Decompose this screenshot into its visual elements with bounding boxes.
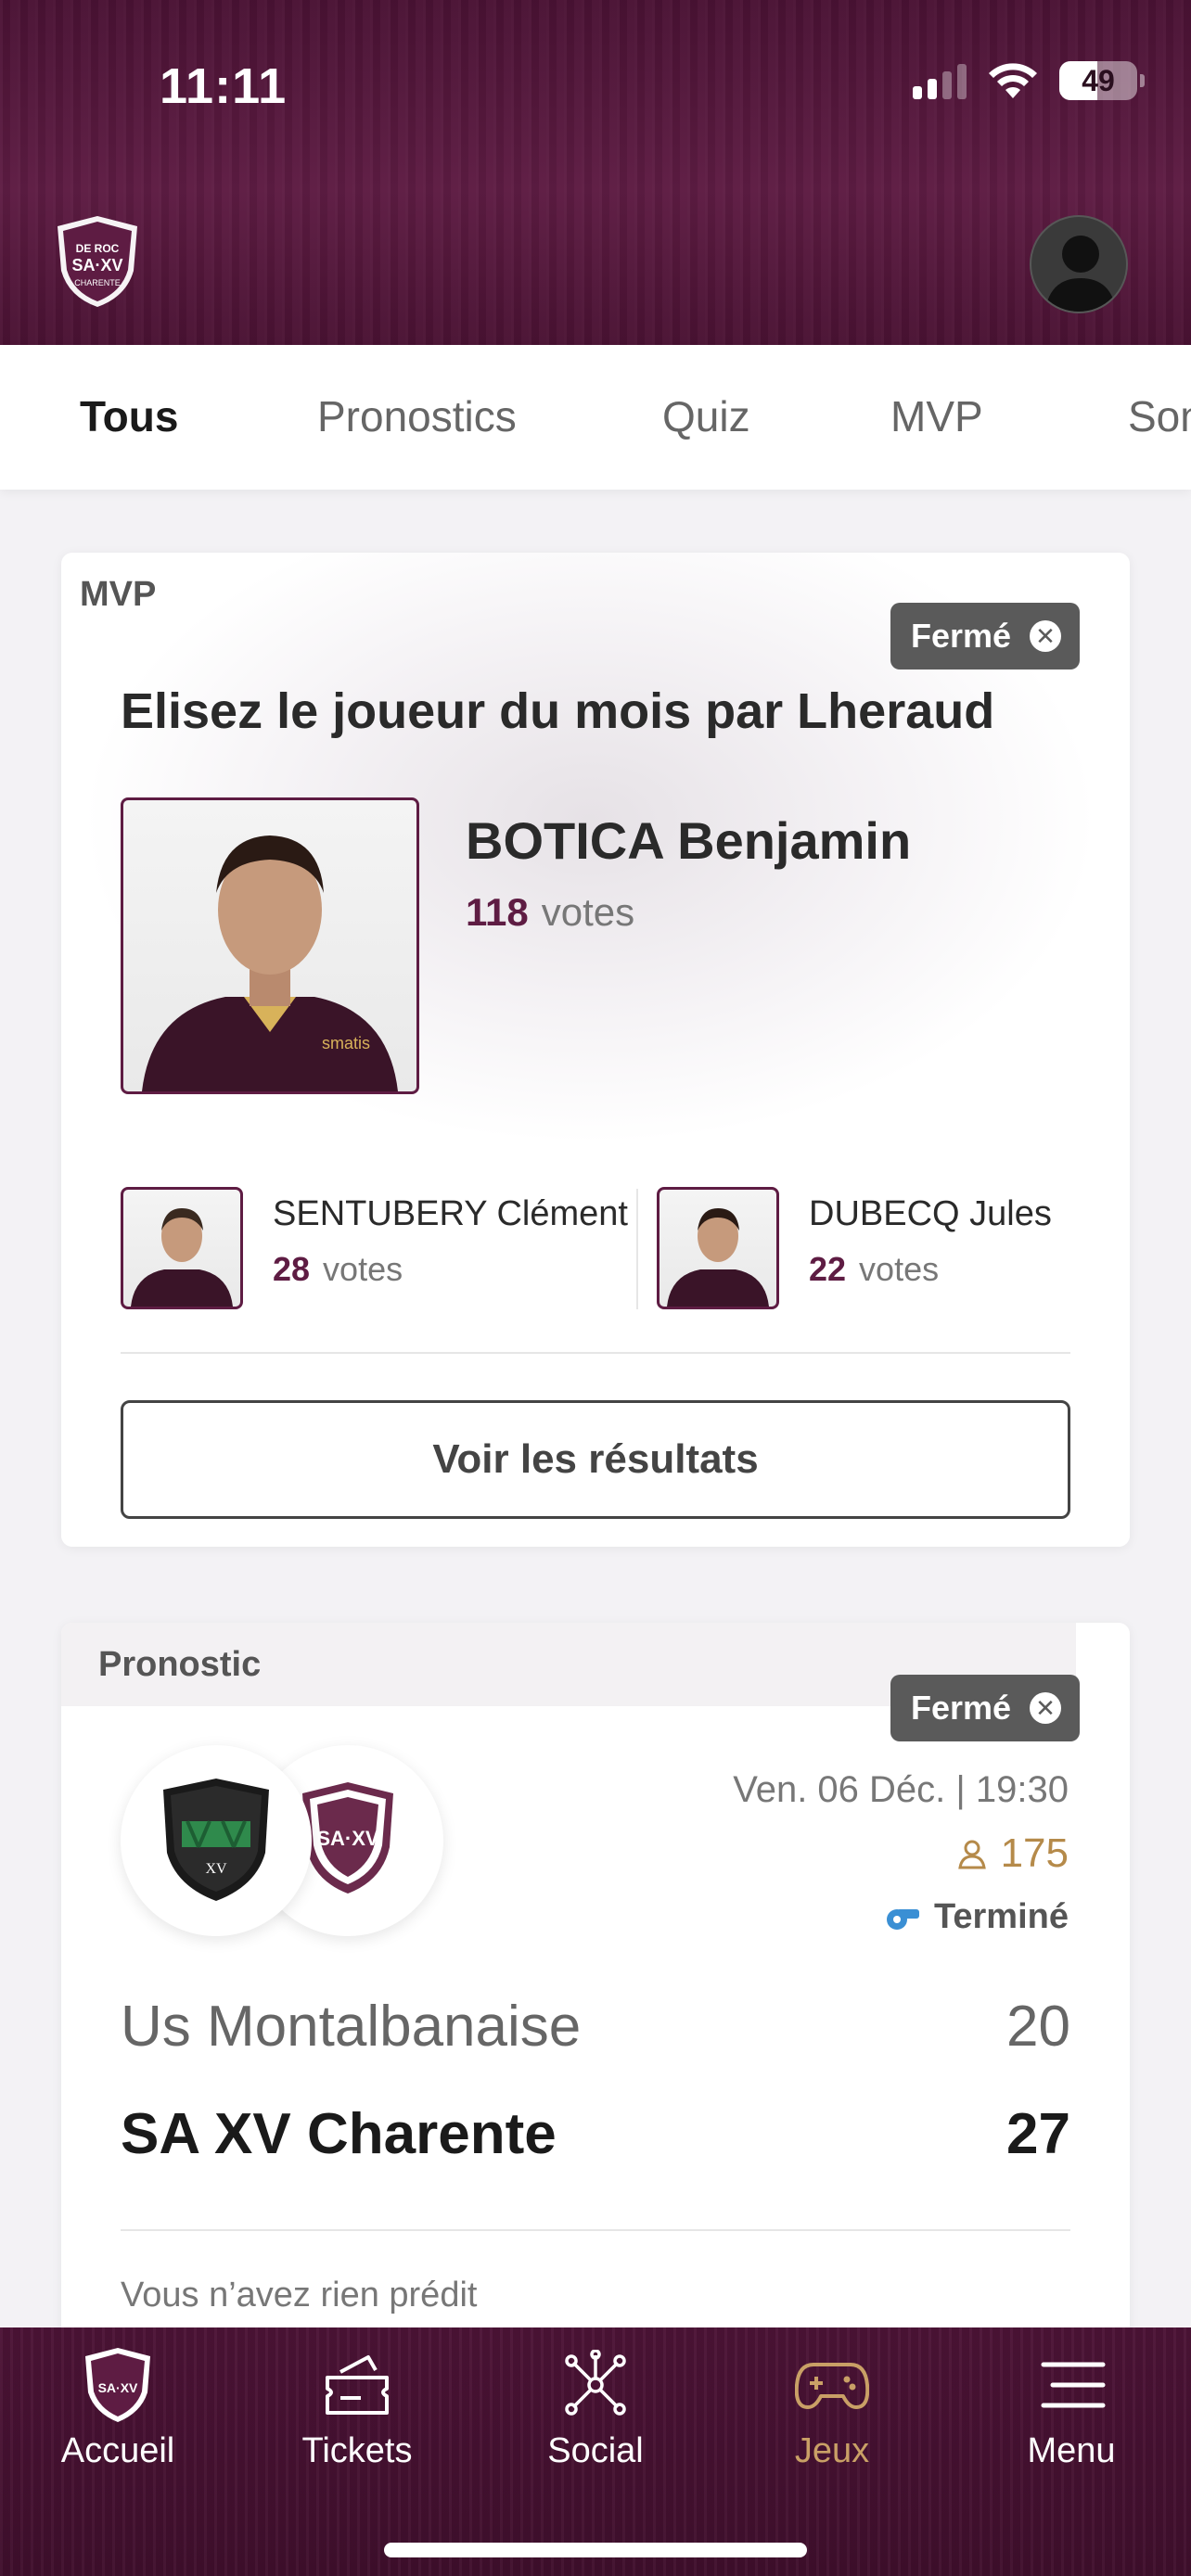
app-header: 11:11 49 DE ROC SA·XV CHARENTE (0, 0, 1191, 345)
nav-label: Social (547, 2431, 644, 2470)
home-team-row: Us Montalbanaise 20 (121, 1994, 1070, 2060)
view-results-button[interactable]: Voir les résultats (121, 1400, 1070, 1519)
svg-text:DE ROC: DE ROC (76, 242, 120, 255)
match-status: Terminé (884, 1897, 1069, 1937)
home-indicator[interactable] (384, 2543, 807, 2557)
card-type-label: MVP (80, 575, 157, 614)
wifi-icon (989, 63, 1037, 98)
nav-tickets[interactable]: Tickets (255, 2346, 459, 2471)
montauban-crest-icon: XV (163, 1779, 269, 1901)
status-badge: Fermé ✕ (890, 603, 1081, 670)
home-team-name: Us Montalbanaise (121, 1995, 582, 2059)
winner-votes: 118 votes (466, 890, 635, 934)
category-tabs: Tous Pronostics Quiz MVP Son (0, 345, 1191, 490)
nav-social[interactable]: Social (493, 2346, 698, 2471)
tab-pronostics[interactable]: Pronostics (317, 391, 517, 441)
runner-name: DUBECQ Jules (809, 1194, 1052, 1233)
card-title: Elisez le joueur du mois par Lheraud (121, 683, 995, 739)
winner-name: BOTICA Benjamin (466, 811, 912, 870)
user-avatar[interactable] (1030, 215, 1128, 313)
svg-text:SA·XV: SA·XV (98, 2380, 138, 2395)
home-team-logo: XV (121, 1745, 312, 1936)
tab-all[interactable]: Tous (80, 391, 178, 441)
svg-text:SA·XV: SA·XV (316, 1827, 379, 1850)
runner-photo (121, 1187, 243, 1309)
divider (121, 2229, 1070, 2231)
close-circle-icon: ✕ (1030, 1692, 1062, 1724)
user-silhouette-icon (1044, 236, 1117, 312)
status-time: 11:11 (160, 58, 288, 114)
badge-label: Fermé (911, 1689, 1012, 1727)
svg-text:SA·XV: SA·XV (71, 256, 122, 274)
cellular-signal-icon (913, 62, 967, 99)
nav-label: Jeux (794, 2431, 870, 2470)
svg-text:CHARENTE: CHARENTE (74, 278, 121, 287)
runner-photo (657, 1187, 779, 1309)
nav-menu[interactable]: Menu (969, 2346, 1173, 2471)
ticket-icon (318, 2346, 396, 2424)
mvp-card[interactable]: MVP Fermé ✕ Elisez le joueur du mois par… (61, 553, 1130, 1547)
away-team-name: SA XV Charente (121, 2102, 557, 2166)
bottom-navigation: SA·XV Accueil Tickets Social Jeux Menu (0, 2327, 1191, 2576)
away-team-row: SA XV Charente 27 (121, 2101, 1070, 2167)
status-icons: 49 (913, 61, 1145, 100)
nav-accueil[interactable]: SA·XV Accueil (16, 2346, 220, 2471)
divider (121, 1352, 1070, 1354)
match-date: Ven. 06 Déc. | 19:30 (733, 1769, 1069, 1810)
close-circle-icon: ✕ (1030, 620, 1062, 652)
user-icon (957, 1840, 986, 1869)
nav-label: Menu (1027, 2431, 1116, 2470)
participants-count: 175 (956, 1830, 1069, 1877)
runner-votes: 28 votes (273, 1250, 403, 1288)
tab-quiz[interactable]: Quiz (662, 391, 750, 441)
network-icon (557, 2346, 634, 2424)
runner-name: SENTUBERY Clément (273, 1194, 628, 1233)
status-badge: Fermé ✕ (890, 1675, 1081, 1741)
away-team-score: 27 (1006, 2102, 1070, 2166)
nav-label: Accueil (60, 2431, 175, 2470)
whistle-icon (886, 1908, 919, 1930)
tab-mvp[interactable]: MVP (890, 391, 983, 441)
battery-icon: 49 (1059, 61, 1145, 100)
hamburger-icon (1032, 2346, 1110, 2424)
card-type-label: Pronostic (98, 1645, 262, 1684)
divider (636, 1189, 638, 1309)
home-team-score: 20 (1006, 1995, 1070, 2059)
tab-son[interactable]: Son (1128, 391, 1191, 441)
svg-text:XV: XV (205, 1861, 227, 1877)
nav-label: Tickets (301, 2431, 413, 2470)
club-logo-icon: SA·XV (79, 2346, 157, 2424)
nav-jeux[interactable]: Jeux (730, 2346, 934, 2471)
winner-photo: smatis (121, 797, 419, 1094)
gamepad-icon (793, 2346, 871, 2424)
badge-label: Fermé (911, 617, 1012, 655)
battery-level: 49 (1082, 63, 1115, 97)
svg-text:smatis: smatis (322, 1034, 370, 1052)
runner-votes: 22 votes (809, 1250, 940, 1288)
club-logo-icon[interactable]: DE ROC SA·XV CHARENTE (52, 213, 143, 310)
prediction-note: Vous n’avez rien prédit (121, 2276, 478, 2315)
